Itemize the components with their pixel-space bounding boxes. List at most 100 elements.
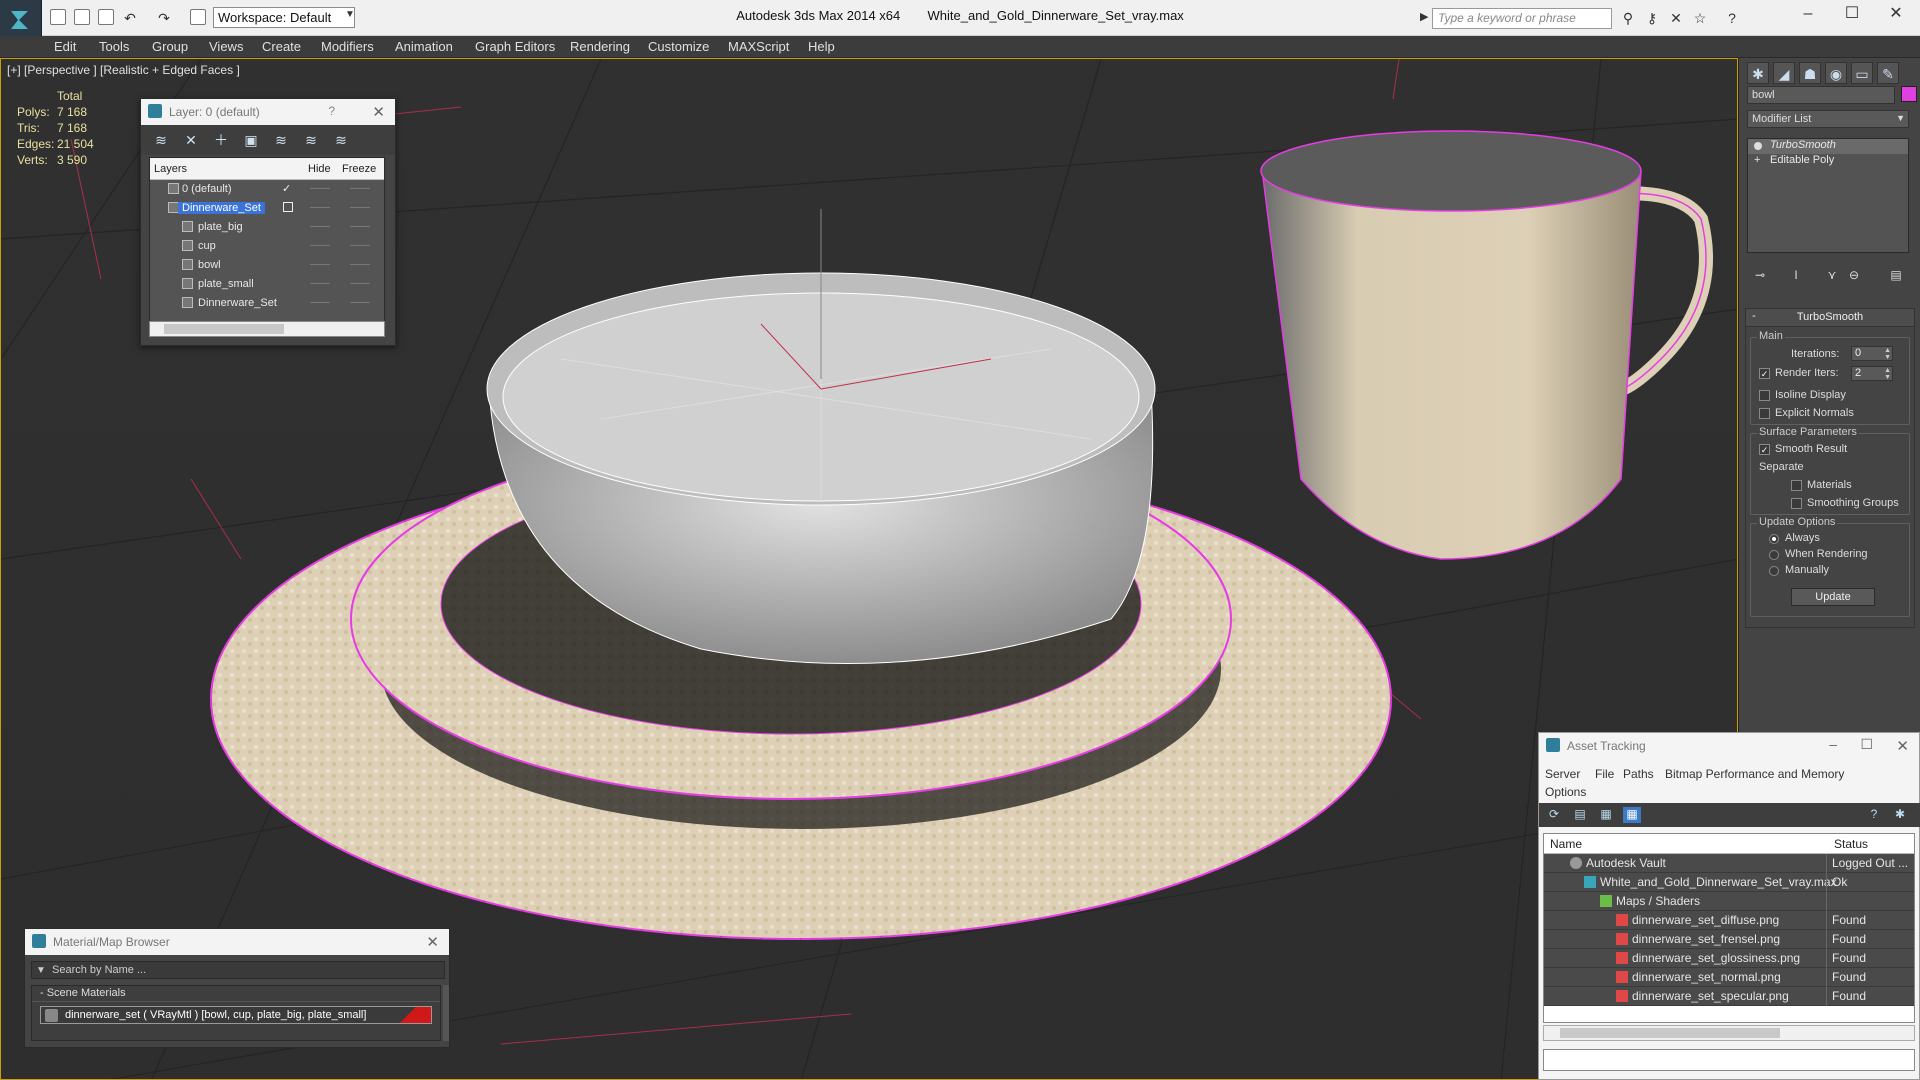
select-in-layer-icon[interactable]: ▣: [243, 132, 259, 148]
hide-toggle[interactable]: ——: [310, 221, 330, 232]
layer-row-default[interactable]: 0 (default) ✓ —— ——: [150, 180, 384, 199]
spinner-arrows-icon[interactable]: ▲ ▼: [1884, 367, 1891, 381]
materials-checkbox[interactable]: [1791, 480, 1802, 491]
layer-row-dinnerware-set-object[interactable]: Dinnerware_Set —— ——: [150, 294, 384, 313]
hide-toggle[interactable]: ——: [310, 259, 330, 270]
update-button[interactable]: Update: [1791, 588, 1875, 606]
delete-layer-icon[interactable]: ✕: [183, 132, 199, 148]
freeze-toggle[interactable]: ——: [350, 183, 370, 194]
smooth-result-checkbox[interactable]: ✓: [1759, 444, 1770, 455]
menu-edit[interactable]: Edit: [54, 39, 76, 54]
utilities-tab-icon[interactable]: ✎: [1877, 62, 1899, 84]
menu-paths[interactable]: Paths: [1623, 767, 1654, 781]
display-tab-icon[interactable]: ▭: [1851, 62, 1873, 84]
hide-toggle[interactable]: ——: [310, 183, 330, 194]
hide-all-layers-icon[interactable]: ≋: [303, 132, 319, 148]
help-icon[interactable]: ?: [1865, 807, 1883, 823]
maximize-button[interactable]: ☐: [1838, 4, 1866, 24]
asset-row-max-file[interactable]: White_and_Gold_Dinnerware_Set_vray.max Ok: [1544, 873, 1914, 892]
material-item-dinnerware-set[interactable]: dinnerware_set ( VRayMtl ) [bowl, cup, p…: [40, 1006, 432, 1024]
keyword-search-input[interactable]: Type a keyword or phrase: [1432, 8, 1612, 29]
asset-row-glossiness[interactable]: dinnerware_set_glossiness.png Found: [1544, 949, 1914, 968]
object-color-swatch[interactable]: [1901, 86, 1917, 102]
grid-view-icon[interactable]: ▦: [1623, 807, 1641, 823]
asset-row-diffuse[interactable]: dinnerware_set_diffuse.png Found: [1544, 911, 1914, 930]
manually-radio[interactable]: [1769, 566, 1779, 576]
material-search-input[interactable]: ▼ Search by Name ...: [31, 961, 445, 979]
menu-rendering[interactable]: Rendering: [570, 39, 630, 54]
menu-bitmap-performance[interactable]: Bitmap Performance and Memory: [1665, 767, 1844, 781]
col-hide[interactable]: Hide: [308, 163, 331, 175]
menu-group[interactable]: Group: [152, 39, 188, 54]
close-icon[interactable]: ✕: [372, 103, 385, 121]
make-unique-icon[interactable]: ⋎: [1823, 268, 1841, 286]
freeze-toggle[interactable]: ——: [350, 297, 370, 308]
communication-icon[interactable]: ✕: [1668, 10, 1684, 26]
expand-icon[interactable]: +: [1754, 154, 1760, 166]
iterations-spinner[interactable]: 0 ▲ ▼: [1851, 346, 1893, 361]
asset-tracking-title-bar[interactable]: Asset Tracking – ☐ ✕: [1539, 733, 1919, 759]
play-arrow-icon[interactable]: ▶: [1420, 10, 1428, 23]
menu-create[interactable]: Create: [262, 39, 301, 54]
highlight-layer-icon[interactable]: ≋: [273, 132, 289, 148]
layer-stack-icon[interactable]: ≋: [153, 132, 169, 148]
always-radio[interactable]: [1769, 534, 1779, 544]
material-vertical-scrollbar[interactable]: [443, 985, 449, 1041]
modifier-list-dropdown[interactable]: Modifier List ▼: [1747, 110, 1909, 128]
asset-row-vault[interactable]: Autodesk Vault Logged Out ...: [1544, 854, 1914, 873]
menu-views[interactable]: Views: [209, 39, 243, 54]
favorites-star-icon[interactable]: ☆: [1692, 10, 1708, 26]
motion-tab-icon[interactable]: ◉: [1825, 62, 1847, 84]
isoline-display-checkbox[interactable]: [1759, 390, 1770, 401]
pin-stack-icon[interactable]: ⊸: [1751, 268, 1769, 286]
refresh-icon[interactable]: ⟳: [1545, 807, 1563, 823]
close-button[interactable]: ✕: [1882, 4, 1910, 24]
minimize-button[interactable]: –: [1794, 4, 1822, 24]
asset-row-specular[interactable]: dinnerware_set_specular.png Found: [1544, 987, 1914, 1006]
freeze-toggle[interactable]: ——: [350, 278, 370, 289]
menu-graph-editors[interactable]: Graph Editors: [475, 39, 555, 54]
col-layers[interactable]: Layers: [154, 163, 187, 175]
layer-row-plate-big[interactable]: plate_big —— ——: [150, 218, 384, 237]
binoculars-icon[interactable]: ⚲: [1620, 10, 1636, 26]
close-icon[interactable]: ✕: [1896, 737, 1909, 755]
lightbulb-icon[interactable]: [1754, 142, 1762, 150]
hide-toggle[interactable]: ——: [310, 202, 330, 213]
create-tab-icon[interactable]: ✱: [1747, 62, 1769, 84]
menu-modifiers[interactable]: Modifiers: [321, 39, 374, 54]
menu-tools[interactable]: Tools: [99, 39, 129, 54]
minimize-button[interactable]: –: [1829, 736, 1837, 752]
layer-row-plate-small[interactable]: plate_small —— ——: [150, 275, 384, 294]
explicit-normals-checkbox[interactable]: [1759, 408, 1770, 419]
layer-row-bowl[interactable]: bowl —— ——: [150, 256, 384, 275]
render-iters-checkbox[interactable]: ✓: [1759, 368, 1770, 379]
list-view-icon[interactable]: ▤: [1571, 807, 1589, 823]
table-view-icon[interactable]: ▦: [1597, 807, 1615, 823]
menu-animation[interactable]: Animation: [395, 39, 453, 54]
modify-tab-icon[interactable]: ◢: [1773, 62, 1795, 84]
material-browser-title-bar[interactable]: Material/Map Browser ✕: [25, 929, 449, 955]
freeze-all-layers-icon[interactable]: ≋: [333, 132, 349, 148]
scrollbar-thumb[interactable]: [1560, 1028, 1780, 1038]
layer-row-dinnerware-set[interactable]: Dinnerware_Set —— ——: [150, 199, 384, 218]
subscription-icon[interactable]: ⚷: [1644, 10, 1660, 26]
configure-modifier-sets-icon[interactable]: ▤: [1887, 268, 1905, 286]
stack-item-turbosmooth[interactable]: TurboSmooth: [1748, 139, 1908, 154]
menu-help[interactable]: Help: [808, 39, 835, 54]
hide-toggle[interactable]: ——: [310, 278, 330, 289]
viewport-label[interactable]: [+] [Perspective ] [Realistic + Edged Fa…: [7, 63, 240, 77]
settings-icon[interactable]: ✱: [1891, 807, 1909, 823]
col-freeze[interactable]: Freeze: [342, 163, 376, 175]
asset-row-frensel[interactable]: dinnerware_set_frensel.png Found: [1544, 930, 1914, 949]
hierarchy-tab-icon[interactable]: ☗: [1799, 62, 1821, 84]
freeze-toggle[interactable]: ——: [350, 221, 370, 232]
current-layer-checkbox[interactable]: [283, 202, 293, 212]
menu-maxscript[interactable]: MAXScript: [728, 39, 789, 54]
filter-dropdown-icon[interactable]: ▼: [36, 965, 46, 976]
layer-row-cup[interactable]: cup —— ——: [150, 237, 384, 256]
hide-toggle[interactable]: ——: [310, 240, 330, 251]
help-icon[interactable]: ?: [1724, 10, 1740, 26]
menu-options[interactable]: Options: [1545, 785, 1586, 799]
collapse-icon[interactable]: -: [1752, 310, 1756, 322]
freeze-toggle[interactable]: ——: [350, 202, 370, 213]
